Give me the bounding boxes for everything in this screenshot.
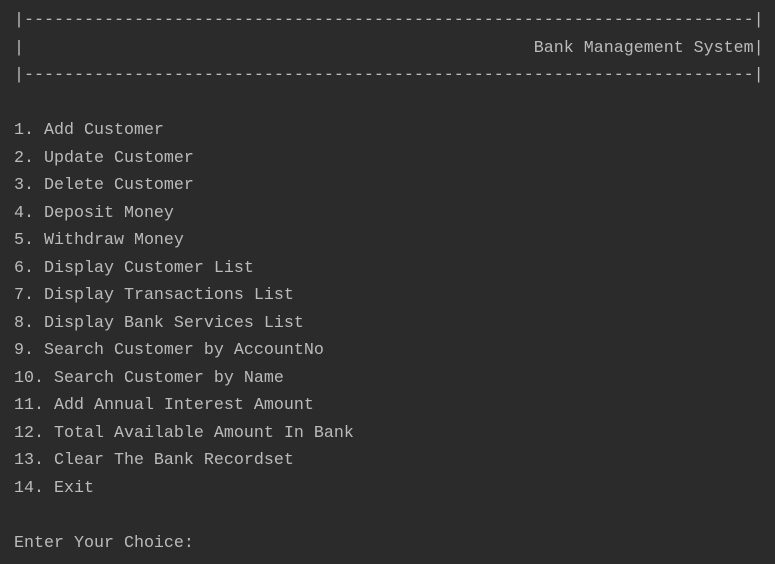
menu-item: 5. Withdraw Money [14, 231, 184, 250]
menu-item: 9. Search Customer by AccountNo [14, 341, 324, 360]
header-border-top: |---------------------------------------… [14, 11, 764, 30]
menu-item: 4. Deposit Money [14, 203, 174, 223]
menu-item: 6. Display Customer List [14, 258, 254, 278]
menu-item: 3. Delete Customer [14, 176, 194, 195]
menu-list: 1. Add Customer 2. Update Customer 3. De… [14, 117, 764, 502]
choice-prompt[interactable]: Enter Your Choice: [14, 530, 764, 558]
menu-item: 7. Display Transactions List [14, 286, 294, 305]
menu-item: 8. Display Bank Services List [14, 313, 304, 333]
menu-item: 14. Exit [14, 478, 94, 498]
console-output: |---------------------------------------… [14, 7, 764, 557]
header-border-bottom: |---------------------------------------… [14, 66, 764, 85]
menu-item: 2. Update Customer [14, 148, 194, 168]
menu-item: 13. Clear The Bank Recordset [14, 451, 294, 470]
menu-item: 1. Add Customer [14, 121, 164, 140]
menu-item: 10. Search Customer by Name [14, 368, 284, 388]
menu-item: 12. Total Available Amount In Bank [14, 423, 354, 443]
menu-item: 11. Add Annual Interest Amount [14, 396, 314, 415]
header-title: | Bank Management System| [14, 38, 764, 58]
